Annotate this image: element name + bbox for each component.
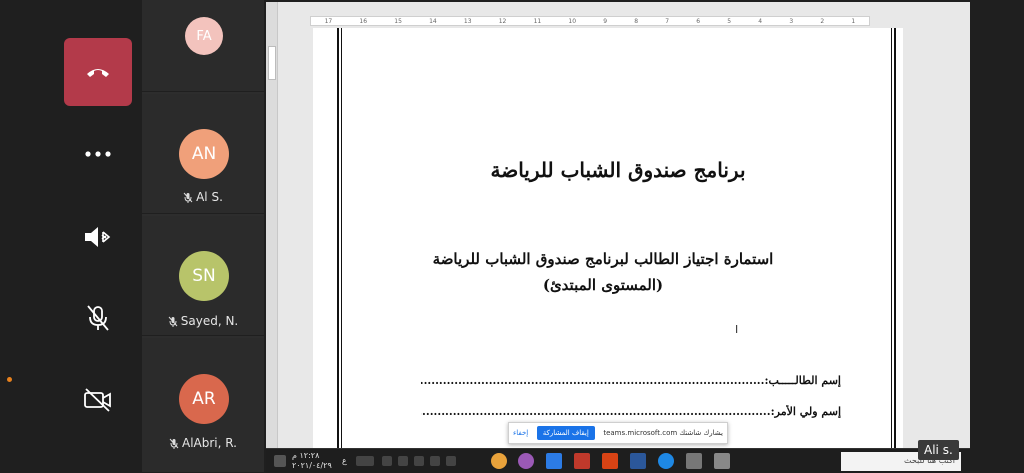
volume-icon[interactable] (398, 456, 408, 466)
ellipsis-icon (85, 151, 111, 157)
wifi-icon[interactable] (382, 456, 392, 466)
windows-taskbar: ١٢:٢٨ م ٢٠٢١/٠٤/٢٩ ع اكتب هنا للبحث (266, 448, 970, 473)
participant-tile[interactable]: FA (142, 0, 264, 92)
ruler-number: 3 (789, 17, 794, 25)
page-border (337, 28, 339, 448)
avatar: FA (185, 17, 223, 55)
ruler-number: 6 (696, 17, 701, 25)
camera-off-icon (84, 388, 111, 412)
participant-name: Al S. (196, 190, 223, 204)
ruler-number: 15 (394, 17, 402, 25)
document-page[interactable]: برنامج صندوق الشباب للرياضة استمارة اجتي… (313, 28, 903, 448)
field-label: إسم ولي الأمر: (770, 405, 841, 418)
mic-off-icon (183, 192, 193, 203)
ruler-number: 4 (758, 17, 763, 25)
stop-sharing-button[interactable]: إيقاف المشاركة (536, 426, 595, 440)
horizontal-ruler: 17 16 15 14 13 12 11 10 9 8 7 6 5 4 3 2 … (310, 16, 870, 26)
clock[interactable]: ١٢:٢٨ م ٢٠٢١/٠٤/٢٩ (292, 451, 332, 471)
participant-name: AlAbri, R. (182, 436, 237, 450)
ruler-number: 7 (665, 17, 670, 25)
page-border (894, 28, 896, 448)
more-options-button[interactable] (78, 136, 118, 172)
language-indicator[interactable]: ع (342, 456, 347, 465)
ruler-number: 5 (727, 17, 732, 25)
notification-dot (7, 377, 12, 382)
text-cursor: I (735, 323, 739, 336)
page-border (891, 28, 892, 448)
ruler-number: 13 (463, 17, 472, 25)
mic-off-icon (87, 305, 109, 331)
shared-screen: 17 16 15 14 13 12 11 10 9 8 7 6 5 4 3 2 … (264, 0, 974, 473)
clock-time: ١٢:٢٨ م (292, 451, 320, 460)
avatar: AN (179, 129, 229, 179)
clock-date: ٢٠٢١/٠٤/٢٩ (292, 461, 332, 470)
mail-icon[interactable] (546, 453, 562, 469)
ruler-number: 14 (429, 17, 437, 25)
network-icon[interactable] (430, 456, 440, 466)
ruler-number: 12 (498, 17, 507, 25)
chevron-up-icon[interactable] (446, 456, 456, 466)
sharing-notification-bar: يشارك شاشتك teams.microsoft.com إيقاف ال… (508, 422, 728, 444)
participant-name-row: AlAbri, R. (142, 436, 264, 450)
participant-name: Sayed, N. (180, 314, 239, 328)
ruler-number: 1 (851, 17, 856, 25)
participant-tile[interactable]: SN Sayed, N. (142, 216, 264, 336)
hang-up-icon (87, 69, 109, 77)
vertical-scrollbar[interactable] (266, 2, 278, 448)
edge-icon[interactable] (658, 453, 674, 469)
word-icon[interactable] (630, 453, 646, 469)
self-video-label: Ali s. (918, 440, 959, 460)
page-border (341, 28, 342, 448)
photos-icon[interactable] (574, 453, 590, 469)
ruler-number: 2 (820, 17, 825, 25)
subtitle-line: (المستوى المبتدئ) (542, 276, 664, 294)
browser-icon[interactable] (518, 453, 534, 469)
ruler-number: 8 (634, 17, 639, 25)
document-subtitle: استمارة اجتياز الطالب لبرنامج صندوق الشب… (373, 246, 833, 298)
notification-icon[interactable] (274, 455, 286, 467)
ruler-number: 11 (533, 17, 542, 25)
file-explorer-icon[interactable] (714, 453, 730, 469)
participant-name-row: Al S. (142, 190, 264, 204)
participant-tile[interactable]: AN Al S. (142, 94, 264, 214)
chrome-icon[interactable] (491, 453, 507, 469)
mic-off-icon (169, 438, 179, 449)
field-dots: ........................................… (421, 374, 765, 387)
sharing-text: يشارك شاشتك teams.microsoft.com (603, 429, 723, 437)
subtitle-line: استمارة اجتياز الطالب لبرنامج صندوق الشب… (432, 250, 774, 268)
participant-tile[interactable]: AR AlAbri, R. (142, 338, 264, 473)
ruler-number: 16 (359, 17, 368, 25)
ruler-number: 10 (568, 17, 577, 25)
participant-list: FA AN Al S. SN Sayed, N. AR AlAbri, R. (142, 0, 264, 473)
avatar: SN (179, 251, 229, 301)
teams-meeting-window: FA AN Al S. SN Sayed, N. AR AlAbri, R. 1… (0, 0, 1024, 473)
ruler-number: 17 (324, 17, 333, 25)
store-icon[interactable] (686, 453, 702, 469)
speaker-button[interactable] (78, 219, 118, 255)
mic-button[interactable] (78, 300, 118, 336)
office-icon[interactable] (602, 453, 618, 469)
hide-button[interactable]: إخفاء (513, 429, 528, 437)
participant-name-row: Sayed, N. (142, 314, 264, 328)
scrollbar-thumb[interactable] (268, 46, 276, 80)
student-name-field: إسم الطالـــــب:........................… (421, 374, 841, 387)
meeting-controls (0, 0, 142, 473)
speaker-bluetooth-icon (85, 227, 111, 247)
field-dots: ........................................… (421, 405, 771, 418)
avatar: AR (179, 374, 229, 424)
battery-icon[interactable] (414, 456, 424, 466)
keyboard-icon[interactable] (356, 456, 374, 466)
ruler-number: 9 (603, 17, 608, 25)
end-call-button[interactable] (64, 38, 132, 106)
word-document-window: 17 16 15 14 13 12 11 10 9 8 7 6 5 4 3 2 … (266, 2, 970, 448)
mic-off-icon (168, 316, 178, 327)
field-label: إسم الطالـــــب: (764, 374, 841, 387)
camera-button[interactable] (78, 382, 118, 418)
guardian-name-field: إسم ولي الأمر:..........................… (421, 405, 841, 418)
document-title: برنامج صندوق الشباب للرياضة (490, 158, 746, 182)
